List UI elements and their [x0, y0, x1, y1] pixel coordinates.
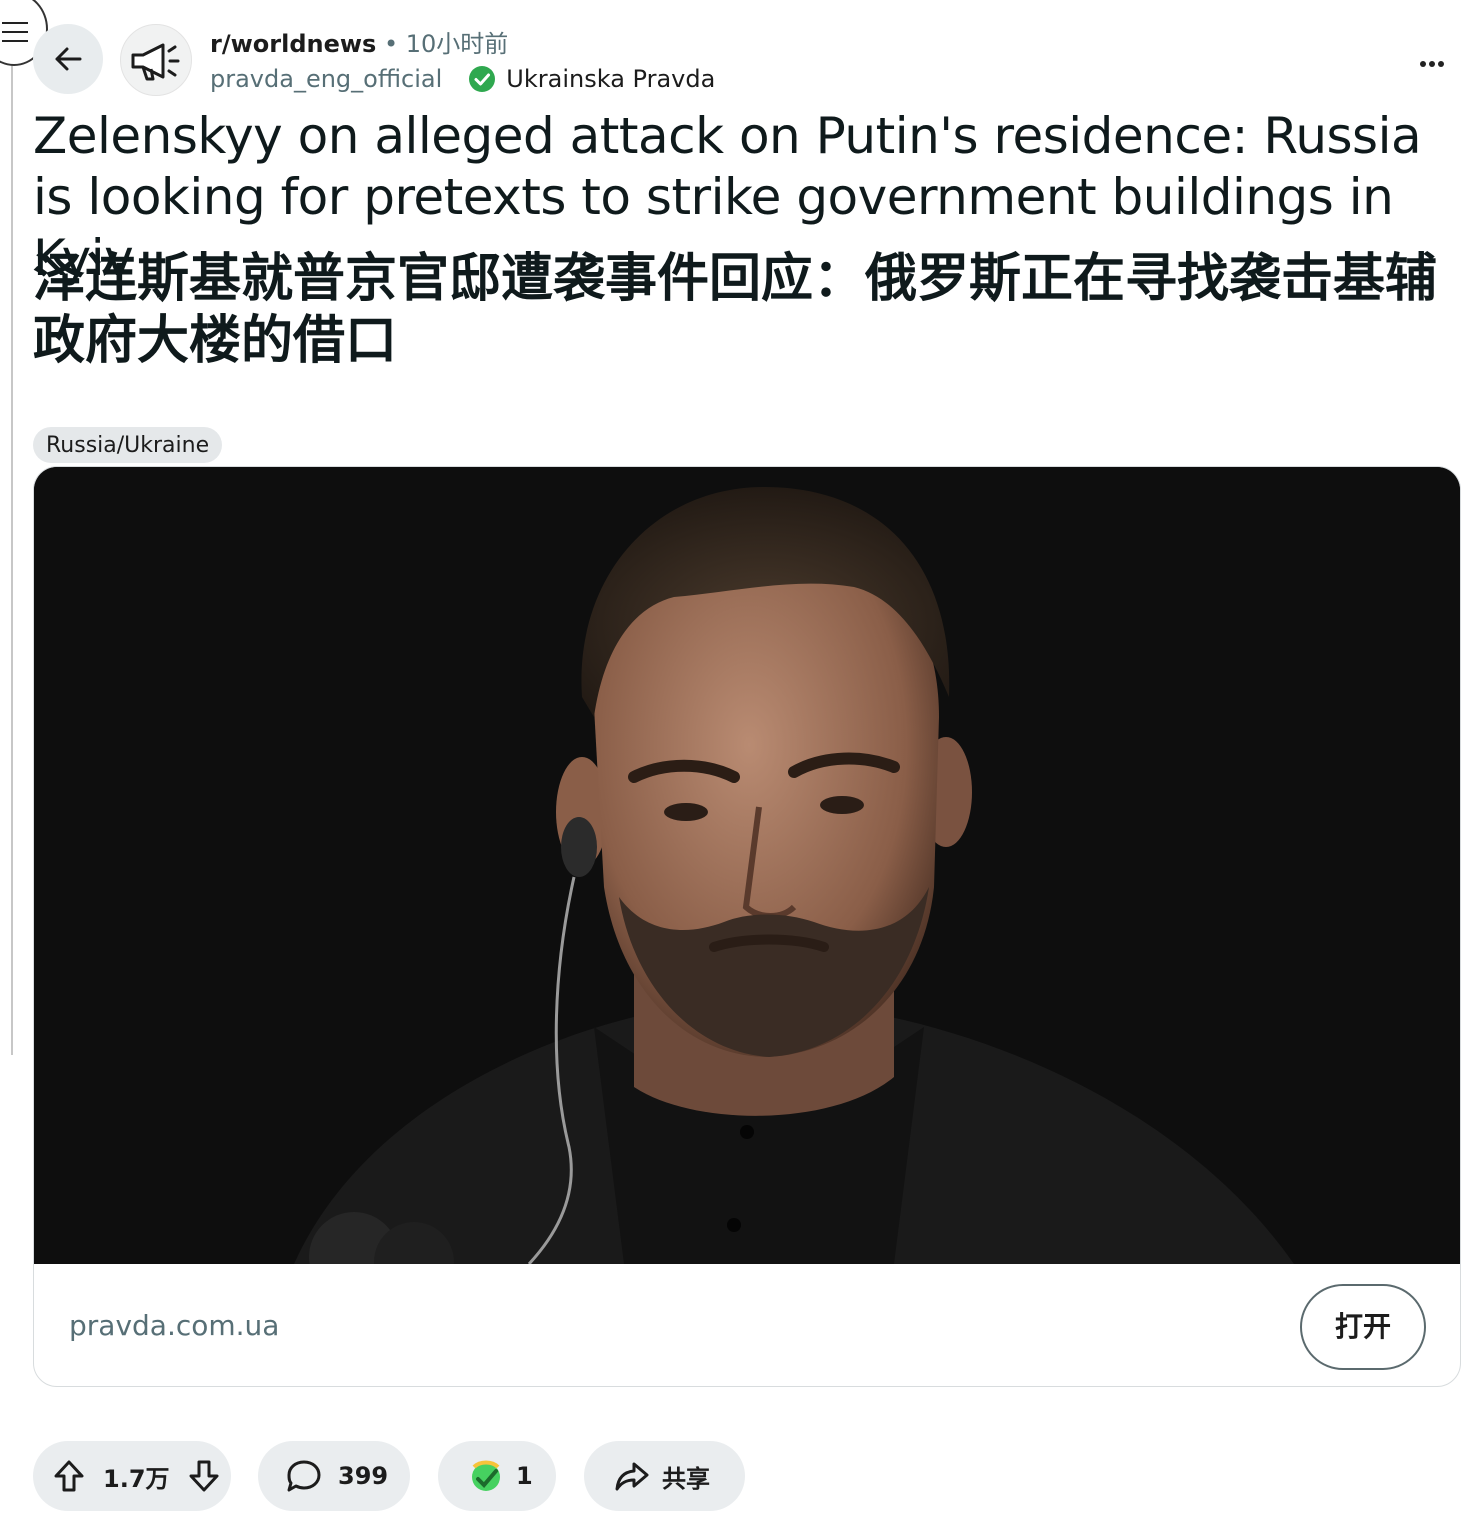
- subreddit-avatar[interactable]: [120, 24, 192, 96]
- comment-count: 399: [338, 1462, 389, 1490]
- award-count: 1: [516, 1462, 533, 1490]
- upvote-icon[interactable]: [53, 1459, 85, 1493]
- subreddit-link[interactable]: r/worldnews: [210, 30, 376, 58]
- link-card-footer: pravda.com.ua 打开: [34, 1264, 1460, 1386]
- author-link[interactable]: pravda_eng_official: [210, 63, 442, 95]
- hamburger-icon: [2, 22, 28, 49]
- megaphone-icon: [131, 43, 180, 81]
- link-domain[interactable]: pravda.com.ua: [69, 1309, 279, 1342]
- comment-bubble-icon: [286, 1459, 322, 1493]
- more-dots-icon: [1420, 52, 1456, 71]
- thread-rail: [11, 40, 13, 1055]
- share-button[interactable]: 共享: [584, 1441, 745, 1511]
- verified-badge: Ukrainska Pravda: [468, 63, 715, 95]
- downvote-icon[interactable]: [188, 1459, 220, 1493]
- post-meta: r/worldnews • 10小时前: [210, 28, 508, 60]
- post-title-chinese: 泽连斯基就普京官邸遭袭事件回应：俄罗斯正在寻找袭击基辅政府大楼的借口: [33, 249, 1438, 371]
- more-options-button[interactable]: [1420, 52, 1456, 68]
- post-page: r/worldnews • 10小时前 pravda_eng_official …: [0, 0, 1465, 1525]
- author-line: pravda_eng_official Ukrainska Pravda: [210, 63, 715, 95]
- back-arrow-icon: [55, 47, 82, 71]
- award-button[interactable]: 1: [438, 1441, 556, 1511]
- meta-separator: •: [383, 30, 399, 58]
- share-arrow-icon: [614, 1460, 650, 1492]
- link-thumbnail-image[interactable]: [34, 467, 1460, 1302]
- comments-button[interactable]: 399: [258, 1441, 410, 1511]
- open-link-button[interactable]: 打开: [1300, 1284, 1426, 1370]
- post-flair[interactable]: Russia/Ukraine: [33, 427, 223, 463]
- vote-count: 1.7万: [103, 1464, 170, 1493]
- post-time: 10小时前: [405, 30, 509, 58]
- share-label: 共享: [662, 1464, 710, 1493]
- check-circle-icon: [469, 66, 496, 92]
- link-card[interactable]: pravda.com.ua 打开: [33, 466, 1461, 1387]
- back-button[interactable]: [33, 24, 103, 94]
- portrait-illustration: [34, 467, 1460, 1302]
- verified-label: Ukrainska Pravda: [506, 65, 716, 93]
- vote-control: 1.7万: [33, 1441, 231, 1511]
- award-icon: [466, 1457, 506, 1495]
